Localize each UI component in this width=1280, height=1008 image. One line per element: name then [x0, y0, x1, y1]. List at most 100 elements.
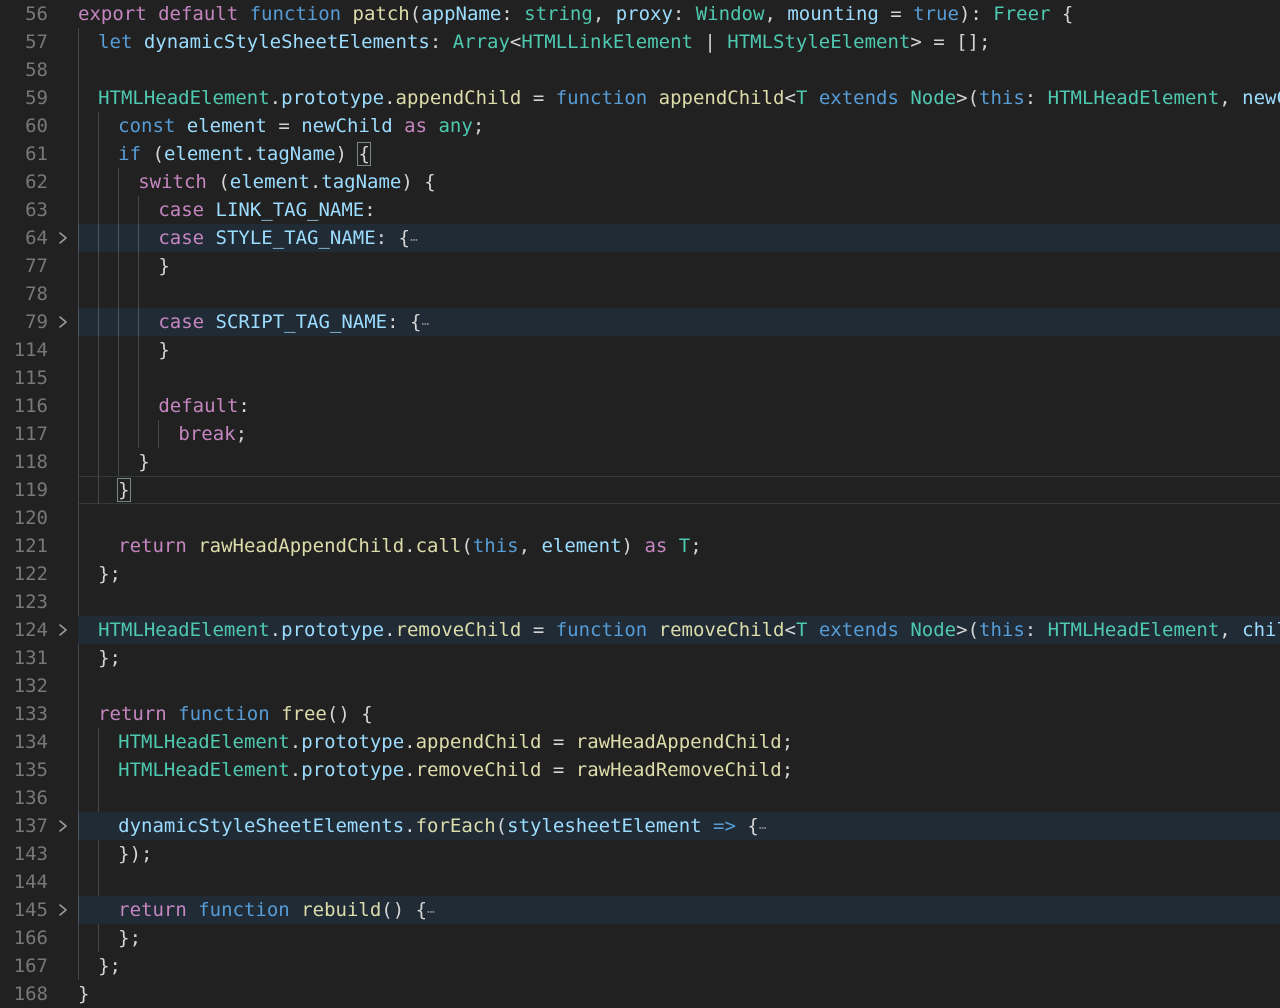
code-text[interactable]: case SCRIPT_TAG_NAME: {⋯ [158, 308, 430, 336]
code-text[interactable]: }; [98, 644, 121, 672]
code-text[interactable]: }; [98, 560, 121, 588]
code-line[interactable]: 63 case LINK_TAG_NAME: [0, 196, 1280, 224]
line-number: 120 [13, 507, 48, 529]
line-number: 60 [25, 115, 48, 137]
code-line[interactable]: 57 let dynamicStyleSheetElements: Array<H… [0, 28, 1280, 56]
token-kw: case [158, 227, 216, 249]
code-editor[interactable]: 56 export default function patch(appName:… [0, 0, 1280, 1008]
code-line[interactable]: 168} [0, 980, 1280, 1008]
code-line[interactable]: 131}; [0, 644, 1280, 672]
code-text[interactable]: break; [178, 420, 247, 448]
line-number: 122 [13, 563, 48, 585]
code-line[interactable]: 62 switch (element.tagName) { [0, 168, 1280, 196]
code-line[interactable]: 133 return function free() { [0, 700, 1280, 728]
code-text[interactable]: }; [118, 924, 141, 952]
line-number: 166 [13, 927, 48, 949]
code-line[interactable]: 118} [0, 448, 1280, 476]
code-text[interactable]: switch (element.tagName) { [138, 168, 435, 196]
indent-guide [78, 364, 79, 392]
line-number: 143 [13, 843, 48, 865]
code-text[interactable]: export default function patch(appName: s… [78, 0, 1073, 28]
code-line[interactable]: 145 return function rebuild() {⋯ [0, 896, 1280, 924]
line-highlight [78, 56, 1280, 84]
token-var: newChi [1242, 87, 1280, 109]
code-line[interactable]: 61 if (element.tagName) { [0, 140, 1280, 168]
indent-guide [98, 756, 100, 784]
code-text[interactable]: HTMLHeadElement.prototype.removeChild = … [98, 616, 1280, 644]
indent-guide [78, 140, 79, 168]
token-punc: . [244, 143, 256, 165]
code-text[interactable]: dynamicStyleSheetElements.forEach(styles… [118, 812, 767, 840]
chevron-right-icon[interactable] [52, 896, 74, 924]
code-line[interactable]: 143}); [0, 840, 1280, 868]
chevron-right-icon[interactable] [52, 812, 74, 840]
chevron-right-icon[interactable] [52, 224, 74, 252]
code-line[interactable]: 134 HTMLHeadElement.prototype.appendChild… [0, 728, 1280, 756]
code-line[interactable]: 79 case SCRIPT_TAG_NAME: {⋯ [0, 308, 1280, 336]
code-line[interactable]: 58 [0, 56, 1280, 84]
code-line[interactable]: 124 HTMLHeadElement.prototype.removeChild… [0, 616, 1280, 644]
code-line[interactable]: 167}; [0, 952, 1280, 980]
code-text[interactable]: return rawHeadAppendChild.call(this, ele… [118, 532, 702, 560]
code-text[interactable]: HTMLHeadElement.prototype.removeChild = … [118, 756, 793, 784]
code-line[interactable]: 56 export default function patch(appName:… [0, 0, 1280, 28]
code-text[interactable]: return function free() { [98, 700, 373, 728]
line-number: 121 [13, 535, 48, 557]
code-text[interactable]: } [78, 980, 89, 1008]
token-var: mounting [787, 3, 891, 25]
code-text[interactable]: default: [158, 392, 250, 420]
code-line[interactable]: 120 [0, 504, 1280, 532]
code-line[interactable]: 59 HTMLHeadElement.prototype.appendChild … [0, 84, 1280, 112]
code-line[interactable]: 119} [0, 476, 1280, 504]
code-line[interactable]: 135 HTMLHeadElement.prototype.removeChild… [0, 756, 1280, 784]
code-line[interactable]: 78 [0, 280, 1280, 308]
indent-guide [118, 168, 120, 196]
token-kw: case [158, 199, 216, 221]
code-text[interactable]: HTMLHeadElement.prototype.appendChild = … [118, 728, 793, 756]
code-line[interactable]: 64 case STYLE_TAG_NAME: {⋯ [0, 224, 1280, 252]
line-highlight [78, 924, 1280, 952]
code-text[interactable]: }); [118, 840, 152, 868]
token-const: LINK_TAG_NAME [215, 199, 365, 221]
gutter: 58 [0, 56, 78, 84]
code-text[interactable]: const element = newChild as any; [118, 112, 484, 140]
chevron-right-icon[interactable] [52, 308, 74, 336]
code-line[interactable]: 77} [0, 252, 1280, 280]
code-text[interactable]: } [158, 252, 169, 280]
code-text[interactable]: case STYLE_TAG_NAME: {⋯ [158, 224, 419, 252]
code-text[interactable]: let dynamicStyleSheetElements: Array<HTM… [98, 28, 990, 56]
line-number: 117 [13, 423, 48, 445]
token-punc: } [158, 339, 170, 361]
code-line[interactable]: 117 break; [0, 420, 1280, 448]
line-number: 132 [13, 675, 48, 697]
indent-guide [138, 196, 140, 224]
code-text[interactable]: } [117, 476, 131, 504]
code-text[interactable]: case LINK_TAG_NAME: [158, 196, 375, 224]
code-line[interactable]: 116 default: [0, 392, 1280, 420]
code-text[interactable]: } [158, 336, 169, 364]
code-line[interactable]: 166}; [0, 924, 1280, 952]
code-line[interactable]: 122}; [0, 560, 1280, 588]
code-text[interactable]: }; [98, 952, 121, 980]
indent-guide [78, 952, 79, 980]
code-text[interactable]: HTMLHeadElement.prototype.appendChild = … [98, 84, 1280, 112]
chevron-right-icon[interactable] [52, 616, 74, 644]
code-line[interactable]: 137 dynamicStyleSheetElements.forEach(sty… [0, 812, 1280, 840]
code-line[interactable]: 121 return rawHeadAppendChild.call(this, … [0, 532, 1280, 560]
token-punc: ( [461, 535, 473, 557]
token-punc: ( [409, 3, 422, 25]
code-line[interactable]: 132 [0, 672, 1280, 700]
indent-guide [138, 420, 140, 448]
code-text[interactable]: } [138, 448, 149, 476]
code-text[interactable]: if (element.tagName) { [118, 140, 371, 168]
gutter: 60 [0, 112, 78, 140]
indent-guide [98, 784, 100, 812]
code-text[interactable]: return function rebuild() {⋯ [118, 896, 436, 924]
code-line[interactable]: 115 [0, 364, 1280, 392]
code-line[interactable]: 123 [0, 588, 1280, 616]
code-line[interactable]: 144 [0, 868, 1280, 896]
code-line[interactable]: 114} [0, 336, 1280, 364]
indent-guide [78, 784, 79, 812]
code-line[interactable]: 60 const element = newChild as any; [0, 112, 1280, 140]
code-line[interactable]: 136 [0, 784, 1280, 812]
